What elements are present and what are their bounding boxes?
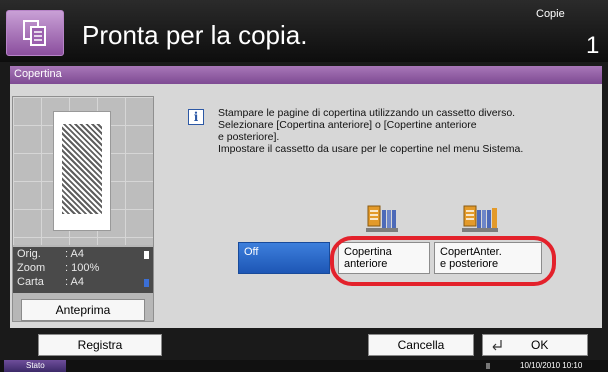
status-button[interactable]: Stato: [4, 360, 66, 372]
front-back-cover-tray-icon: [462, 205, 498, 232]
enter-icon: [492, 340, 502, 351]
register-button[interactable]: Registra: [38, 334, 162, 356]
message-line: Impostare il cassetto da usare per le co…: [218, 143, 524, 155]
section-title-bar: Copertina: [10, 66, 602, 84]
info-key: Orig.: [17, 248, 41, 260]
copy-document-icon: [6, 10, 64, 56]
copies-count: 1: [586, 32, 600, 59]
preview-button[interactable]: Anteprima: [21, 299, 145, 321]
screen-frame: Pronta per la copia. Copie 1 Copertina O…: [0, 0, 608, 372]
info-value: : 100%: [65, 262, 100, 274]
page-title: Pronta per la copia.: [82, 20, 308, 50]
preview-page-content: [62, 124, 102, 214]
info-value: : A4: [65, 276, 84, 288]
front-cover-tray-icon: [366, 205, 398, 232]
header-bar: Pronta per la copia. Copie 1: [0, 0, 608, 62]
cancel-button[interactable]: Cancella: [368, 334, 474, 356]
date-time: 10/10/2010 10:10: [520, 361, 583, 370]
paper-size-icon: [144, 279, 149, 287]
info-row-zoom: Zoom : 100%: [15, 262, 151, 276]
ok-label: OK: [531, 338, 549, 352]
highlight-annotation: [330, 236, 556, 286]
message-line: Selezionare [Copertina anteriore] o [Cop…: [218, 119, 477, 131]
preview-pane: Orig. : A4 Zoom : 100% Carta : A4 Antepr…: [12, 96, 154, 322]
info-icon: i: [188, 109, 204, 125]
info-row-paper: Carta : A4: [15, 276, 151, 290]
off-option-label: Off: [244, 246, 259, 258]
copies-label: Copie: [536, 8, 565, 20]
status-indicator-icon: [486, 363, 490, 369]
instruction-message: Stampare le pagine di copertina utilizza…: [218, 107, 588, 155]
info-row-original: Orig. : A4: [15, 248, 151, 262]
settings-summary: Orig. : A4 Zoom : 100% Carta : A4: [13, 247, 153, 293]
off-option-button[interactable]: Off: [238, 242, 330, 274]
preview-area: [13, 97, 153, 245]
message-line: Stampare le pagine di copertina utilizza…: [218, 107, 516, 119]
ok-button[interactable]: OK: [482, 334, 588, 356]
info-key: Carta: [17, 276, 44, 288]
preview-page: [53, 111, 111, 231]
info-key: Zoom: [17, 262, 46, 274]
main-panel: Orig. : A4 Zoom : 100% Carta : A4 Antepr…: [10, 84, 602, 328]
status-bar: Stato 10/10/2010 10:10: [0, 360, 608, 372]
message-line: e posteriore].: [218, 131, 280, 143]
info-value: : A4: [65, 248, 84, 260]
original-size-icon: [144, 251, 149, 259]
section-title: Copertina: [14, 68, 62, 80]
